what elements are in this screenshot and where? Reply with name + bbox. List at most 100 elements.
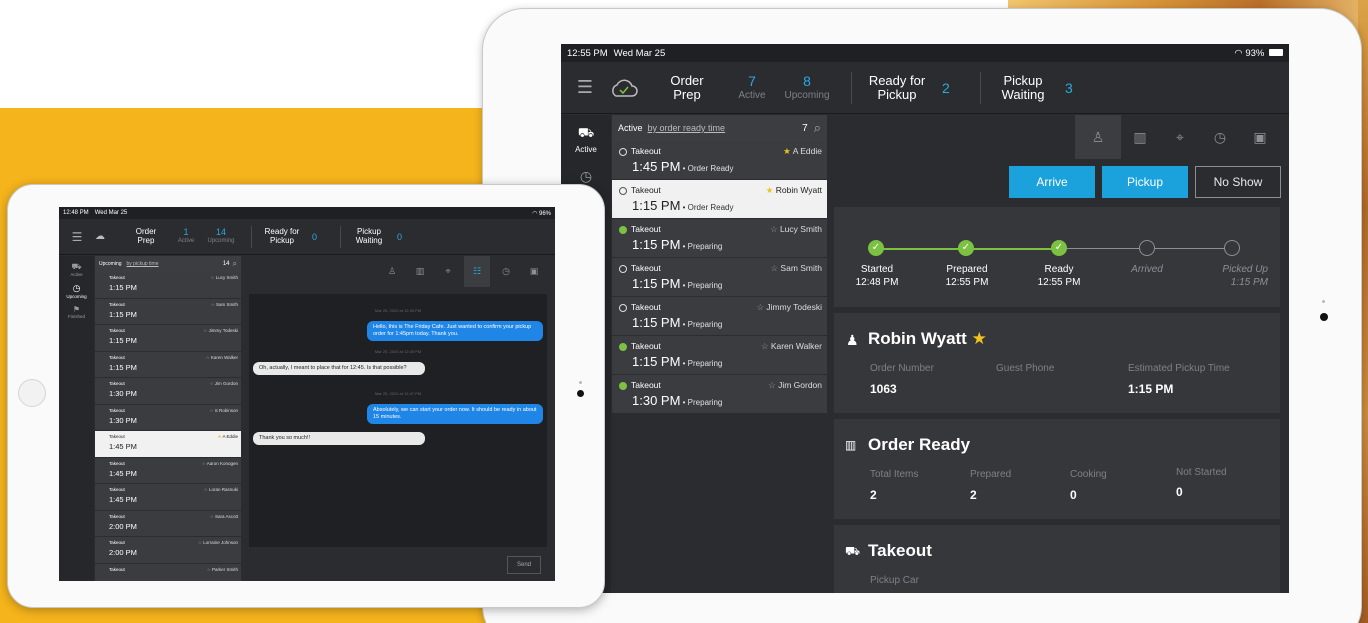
active-count[interactable]: 1 Active	[171, 227, 201, 244]
table-icon[interactable]: ▥	[1132, 129, 1148, 145]
star-icon[interactable]: ★	[972, 329, 987, 348]
order-prep-label[interactable]: Order Prep	[647, 73, 727, 101]
star-icon[interactable]: ★	[783, 146, 793, 156]
location-pin-icon[interactable]: ⌖	[440, 263, 456, 279]
chat-icon[interactable]: ☷	[469, 263, 485, 279]
order-time: 1:15 PM • Order Ready	[632, 198, 733, 213]
pickup-waiting-label[interactable]: Pickup Waiting	[981, 73, 1065, 101]
step-ready: Ready 12:55 PM	[1037, 264, 1081, 288]
list-tab-label: Active	[618, 123, 643, 133]
search-icon[interactable]: ⌕	[233, 259, 237, 269]
sidebar-item-upcoming[interactable]: ◷ Upcoming	[59, 277, 94, 299]
order-type-label: Takeout	[631, 146, 661, 156]
customer-name: ☆ S Robinson	[209, 408, 238, 414]
contact-card-icon[interactable]: ▣	[526, 263, 542, 279]
no-show-button[interactable]: No Show	[1195, 166, 1281, 198]
car-icon: ⛟	[71, 262, 82, 271]
person-icon[interactable]: ♙	[1090, 129, 1106, 145]
person-icon[interactable]: ♙	[384, 263, 400, 279]
order-time: 1:15 PM	[109, 309, 137, 319]
order-row[interactable]: Takeout ☆ Jim Gordon 1:30 PM	[95, 378, 241, 405]
star-icon[interactable]: ☆	[756, 302, 766, 312]
sidebar-item-upcoming[interactable]: ◷	[561, 154, 611, 185]
cloud-status-icon[interactable]	[609, 77, 647, 99]
detail-toolbar: ♙ ▥ ⌖ ◷ ▣	[828, 115, 1289, 159]
order-row[interactable]: Takeout ★ Robin Wyatt 1:15 PM • Order Read…	[612, 180, 827, 219]
menu-icon[interactable]: ☰	[59, 230, 95, 244]
contact-card-icon[interactable]: ▣	[1252, 129, 1268, 145]
order-row[interactable]: Takeout ☆ Lorraine Johnson 2:00 PM	[95, 537, 241, 564]
order-time: 1:15 PM • Preparing	[632, 315, 722, 330]
star-icon[interactable]: ☆	[770, 224, 780, 234]
clock-icon[interactable]: ◷	[498, 263, 514, 279]
arrive-button[interactable]: Arrive	[1009, 166, 1095, 198]
order-row[interactable]: Takeout ☆ Jim Gordon 1:30 PM • Preparing	[612, 375, 827, 414]
status-bar: 12:55 PM Wed Mar 25 ◠ 93%	[561, 44, 1289, 62]
location-pin-icon[interactable]: ⌖	[1172, 129, 1188, 145]
order-status-label: Order Ready	[687, 164, 734, 173]
star-icon[interactable]: ★	[766, 185, 776, 195]
order-type-label: Takeout	[631, 341, 661, 351]
step-ready-check-icon: ✓	[1051, 240, 1067, 256]
cooking-value: 0	[1070, 488, 1077, 502]
car-icon: ⛟	[577, 125, 595, 140]
customer-name-label: Lucy Smith	[779, 224, 822, 234]
order-row[interactable]: Takeout ☆ Sam Smith 1:15 PM	[95, 298, 241, 325]
menu-icon[interactable]: ☰	[561, 77, 609, 98]
cloud-status-icon[interactable]: ☁	[95, 231, 121, 242]
upcoming-count[interactable]: 14 Upcoming	[201, 227, 241, 244]
order-row[interactable]: Takeout ★ A Eddie 1:45 PM	[95, 431, 241, 458]
star-icon[interactable]: ☆	[761, 341, 771, 351]
sidebar-label-finished: Finished	[67, 314, 85, 319]
order-status: • Preparing	[680, 398, 723, 407]
search-icon[interactable]: ⌕	[814, 120, 821, 136]
sort-link[interactable]: by order ready time	[648, 123, 726, 133]
order-row[interactable]: Takeout ☆ Aaron Konogen 1:45 PM	[95, 457, 241, 484]
customer-name-label: Sam Smith	[780, 263, 822, 273]
customer-name-label: Karen Walker	[770, 341, 822, 351]
order-row[interactable]: Takeout ☆ Karen Walker 1:15 PM • Preparing	[612, 336, 827, 375]
order-row[interactable]: Takeout ☆ Sam Smith 1:15 PM • Preparing	[612, 258, 827, 297]
order-row[interactable]: Takeout ☆ Karen Walker 1:15 PM	[95, 351, 241, 378]
order-row[interactable]: Takeout ☆ Loran Rasnuki 1:45 PM	[95, 484, 241, 511]
message-input[interactable]: Send	[249, 552, 547, 578]
order-row[interactable]: Takeout ☆ Sara Ascott 2:00 PM	[95, 510, 241, 537]
order-row[interactable]: Takeout ☆ Lucy Smith 1:15 PM	[95, 272, 241, 299]
ready-for-pickup-label[interactable]: Ready for Pickup	[852, 73, 942, 101]
pickup-waiting-label[interactable]: Pickup Waiting	[341, 227, 397, 245]
ready-for-pickup-label[interactable]: Ready for Pickup	[252, 227, 312, 245]
table-icon[interactable]: ▥	[412, 263, 428, 279]
customer-name-label: Jimmy Todeski	[208, 328, 238, 333]
sidebar-item-active[interactable]: ⛟ Active	[561, 115, 611, 154]
sidebar-item-active[interactable]: ⛟ Active	[59, 256, 94, 277]
sidebar-item-finished[interactable]: ⚑ Finished	[59, 299, 94, 319]
upcoming-label: Upcoming	[784, 89, 830, 101]
order-row[interactable]: Takeout ☆ Lucy Smith 1:15 PM • Preparing	[612, 219, 827, 258]
ready-count: 0	[312, 231, 318, 242]
star-icon[interactable]: ☆	[768, 380, 778, 390]
cooking-label: Cooking	[1070, 469, 1107, 480]
order-row[interactable]: Takeout ☆ S Robinson 1:30 PM	[95, 404, 241, 431]
order-status-card: ▥ Order Ready Total Items Prepared Cooki…	[834, 419, 1280, 519]
customer-name: ☆ Aaron Konogen	[202, 461, 238, 467]
order-prep-label[interactable]: Order Prep	[121, 227, 171, 245]
order-type: Takeout	[619, 380, 661, 390]
order-row[interactable]: Takeout ☆ Jimmy Todeski 1:15 PM	[95, 325, 241, 352]
send-button[interactable]: Send	[507, 556, 541, 574]
order-type: Takeout	[619, 146, 661, 156]
order-time: 2:00 PM	[109, 548, 137, 557]
pickup-button[interactable]: Pickup	[1102, 166, 1188, 198]
home-button[interactable]	[18, 379, 46, 407]
order-type: Takeout	[619, 185, 661, 195]
star-icon[interactable]: ☆	[770, 263, 780, 273]
upcoming-count[interactable]: 8 Upcoming	[777, 73, 837, 101]
order-row[interactable]: Takeout ☆ Jimmy Todeski 1:15 PM • Preparin…	[612, 297, 827, 336]
wifi-icon: ◠	[532, 210, 539, 217]
clock-icon[interactable]: ◷	[1212, 129, 1228, 145]
order-row[interactable]: Takeout ☆ Parker Smith	[95, 563, 241, 581]
active-count[interactable]: 7 Active	[727, 73, 777, 100]
sort-link[interactable]: by pickup time	[127, 261, 159, 267]
order-row[interactable]: Takeout ★ A Eddie 1:45 PM • Order Ready	[612, 141, 827, 180]
status-dot	[619, 147, 627, 156]
order-rows: Takeout ★ A Eddie 1:45 PM • Order Ready Tak…	[612, 141, 827, 414]
